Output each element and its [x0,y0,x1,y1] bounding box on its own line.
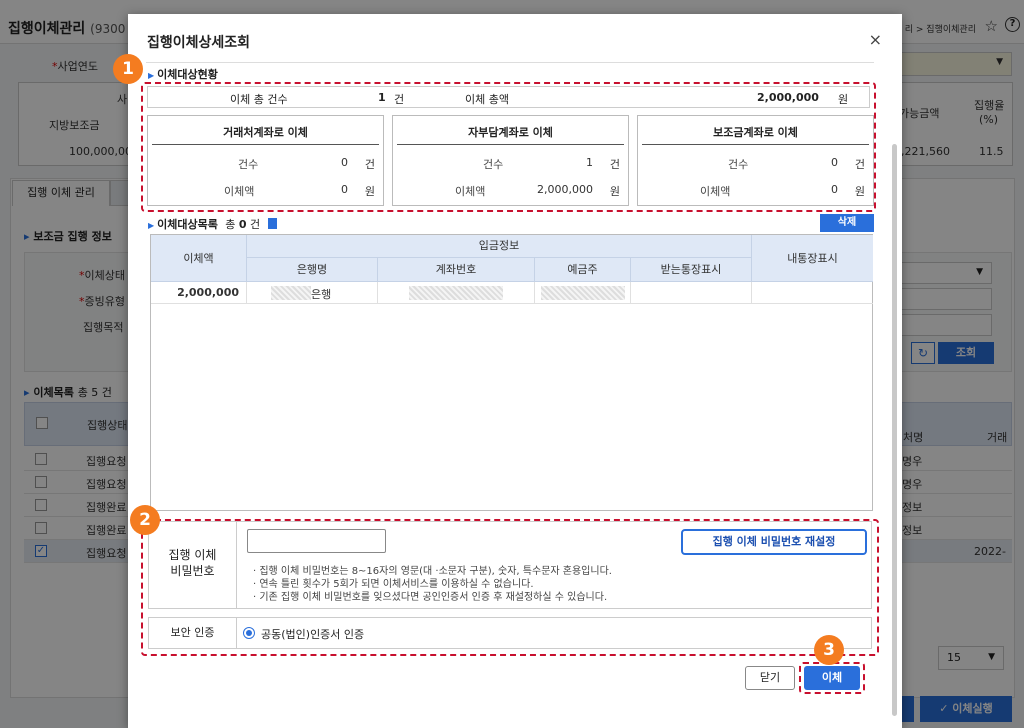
step-badge-3: 3 [814,635,844,665]
divider [146,62,874,63]
step-badge-1: 1 [113,54,143,84]
close-button[interactable]: 닫기 [745,666,795,690]
section-target-status-title: ▶ 이체대상현황 [148,68,218,81]
modal-title: 집행이체상세조회 [147,35,251,51]
highlight-box-1 [141,82,876,212]
col-my-memo: 내통장표시 [752,235,873,282]
col-account: 계좌번호 [378,258,535,282]
row-amount[interactable]: 2,000,000 [151,282,247,304]
highlight-box-3 [799,662,865,694]
transfer-target-grid: 이체액 입금정보 은행명 계좌번호 예금주 받는통장표시 내통장표시 2,000… [150,234,873,511]
col-holder: 예금주 [535,258,631,282]
section-target-list-title: ▶ 이체대상목록 총 0 건 [148,216,277,232]
col-deposit-info: 입금정보 [247,235,752,258]
row-holder[interactable] [535,282,631,304]
masked-text [271,286,311,300]
col-amount: 이체액 [151,235,247,282]
transfer-detail-modal: 집행이체상세조회 × ▶ 이체대상현황 이체 총 건수 1 건 이체 총액 2,0… [113,14,902,728]
row-bank[interactable]: 은행 [247,282,378,304]
excel-icon[interactable] [267,218,277,229]
triangle-icon: ▶ [148,71,155,80]
col-bank: 은행명 [247,258,378,282]
row-account[interactable] [378,282,535,304]
scrollbar[interactable] [892,144,897,716]
masked-text [409,286,503,300]
close-icon[interactable]: × [869,30,882,49]
row-my-memo[interactable] [752,282,873,304]
triangle-icon: ▶ [148,221,155,230]
highlight-box-2 [141,519,879,656]
bank-suffix: 은행 [311,288,332,301]
masked-text [541,286,625,300]
step-badge-2: 2 [130,505,160,535]
col-recv-memo: 받는통장표시 [631,258,752,282]
row-recv-memo[interactable] [631,282,752,304]
delete-button[interactable]: 삭제 [820,214,874,232]
